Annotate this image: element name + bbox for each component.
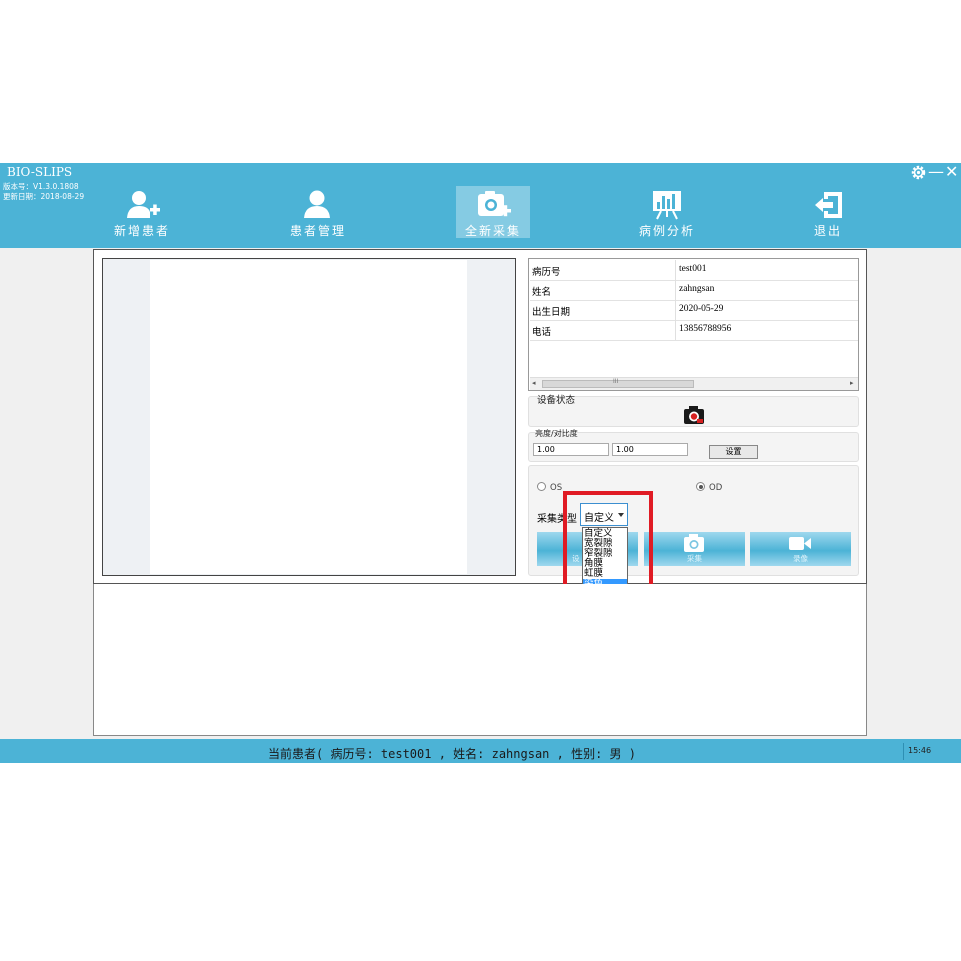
version-info: 版本号：V1.3.0.1808 更新日期：2018-08-29 <box>3 182 84 202</box>
scroll-grip: III <box>613 378 619 385</box>
gear-icon[interactable] <box>910 164 927 184</box>
record-button-label: 录像 <box>793 554 808 563</box>
scroll-right-icon[interactable]: ▸ <box>850 379 854 387</box>
status-bar: 当前患者( 病历号: test001 , 姓名: zahngsan , 性别: … <box>0 739 961 763</box>
nav-add-patient-label: 新增患者 <box>113 224 170 238</box>
radio-od-dot <box>696 482 705 491</box>
nav-case-analysis[interactable]: 病例分析 <box>630 186 704 238</box>
scroll-thumb[interactable]: III <box>542 378 694 388</box>
radio-os-dot <box>537 482 546 491</box>
image-preview[interactable] <box>102 258 516 576</box>
radio-od-label: OD <box>709 483 723 493</box>
capture-button-label: 采集 <box>687 554 702 563</box>
info-value: 13856788956 <box>679 324 732 334</box>
nav-new-capture[interactable]: 全新采集 <box>456 186 530 238</box>
add-user-icon <box>127 191 160 218</box>
preview-canvas <box>150 260 467 574</box>
nav-case-analysis-label: 病例分析 <box>638 224 695 238</box>
top-bar: BIO-SLIPS 版本号：V1.3.0.1808 更新日期：2018-08-2… <box>0 163 961 248</box>
nav-patient-management-label: 患者管理 <box>289 224 346 238</box>
log-area <box>93 584 867 736</box>
collect-type-value: 自定义 <box>584 513 614 524</box>
radio-od[interactable]: OD <box>696 482 722 493</box>
camera-status-icon <box>684 406 704 428</box>
brightness-input[interactable]: 1.00 <box>533 443 609 456</box>
capture-button[interactable]: 采集 <box>644 532 745 566</box>
nav-exit-label: 退出 <box>813 224 842 238</box>
camera-add-icon <box>478 191 511 217</box>
user-icon <box>304 190 330 218</box>
nav-new-capture-label: 全新采集 <box>464 224 521 238</box>
patient-info-table: 病历号 test001 姓名 zahngsan 出生日期 2020-05-29 … <box>528 258 859 391</box>
nav-exit[interactable]: 退出 <box>791 186 865 238</box>
status-clock: 15:46 <box>903 743 961 760</box>
close-button[interactable]: ✕ <box>945 164 958 180</box>
radio-os-label: OS <box>550 483 563 493</box>
chevron-down-icon <box>618 513 624 517</box>
exit-icon <box>815 192 842 218</box>
table-row: 出生日期 2020-05-29 <box>530 300 858 321</box>
info-key: 电话 <box>532 327 552 338</box>
contrast-input[interactable]: 1.00 <box>612 443 688 456</box>
info-key: 姓名 <box>532 287 552 298</box>
minimize-button[interactable]: — <box>928 164 944 180</box>
app-title: BIO-SLIPS <box>7 165 73 179</box>
update-date-label: 更新日期：2018-08-29 <box>3 192 85 201</box>
set-brightness-button[interactable]: 设置 <box>709 445 758 459</box>
chart-board-icon <box>653 191 681 220</box>
table-row: 电话 13856788956 <box>530 320 858 341</box>
camera-icon <box>684 534 704 552</box>
collect-type-select[interactable]: 自定义 <box>580 503 628 526</box>
info-value: 2020-05-29 <box>679 304 724 314</box>
info-value: zahngsan <box>679 284 715 294</box>
table-row: 病历号 test001 <box>530 260 858 281</box>
table-row: 姓名 zahngsan <box>530 280 858 301</box>
scroll-left-icon[interactable]: ◂ <box>532 379 536 387</box>
info-key: 出生日期 <box>532 307 571 318</box>
record-button[interactable]: 录像 <box>750 532 851 566</box>
horizontal-scrollbar[interactable]: ◂ III ▸ <box>530 377 858 390</box>
brightness-contrast-title: 亮度/对比度 <box>535 429 578 438</box>
device-status-title: 设备状态 <box>537 395 576 406</box>
app-window: BIO-SLIPS 版本号：V1.3.0.1808 更新日期：2018-08-2… <box>0 163 961 763</box>
collect-type-label: 采集类型 <box>537 514 577 525</box>
info-key: 病历号 <box>532 267 561 278</box>
current-patient-status: 当前患者( 病历号: test001 , 姓名: zahngsan , 性别: … <box>268 747 636 761</box>
version-label: 版本号：V1.3.0.1808 <box>3 182 79 191</box>
nav-add-patient[interactable]: 新增患者 <box>105 186 179 238</box>
info-value: test001 <box>679 264 707 274</box>
nav-patient-management[interactable]: 患者管理 <box>281 186 355 238</box>
radio-os[interactable]: OS <box>537 482 562 493</box>
video-camera-icon <box>789 537 811 550</box>
